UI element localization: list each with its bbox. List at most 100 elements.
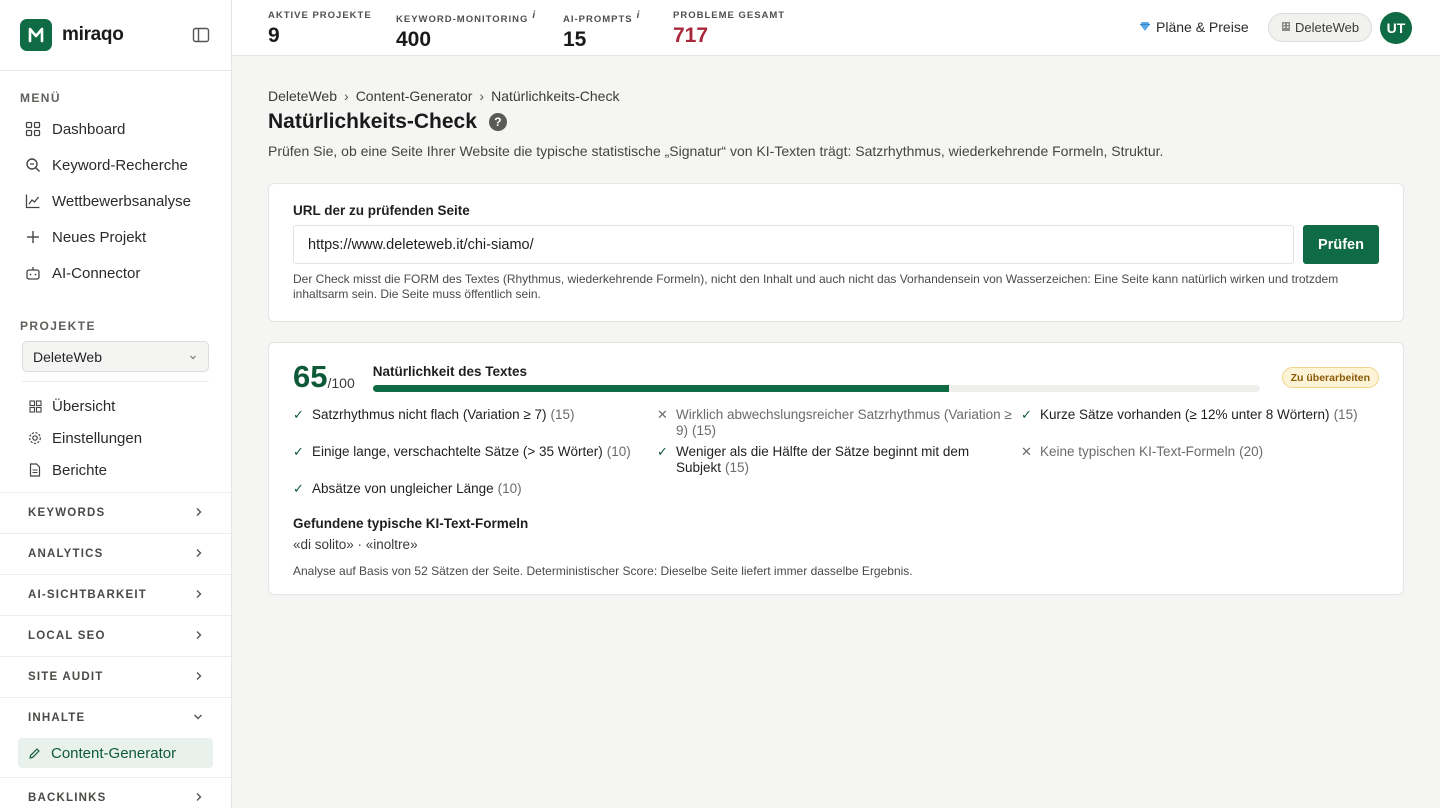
gear-icon xyxy=(28,431,42,445)
sidebar-item-dashboard[interactable]: Dashboard xyxy=(0,111,231,147)
bot-icon xyxy=(24,264,42,282)
url-field-label: URL der zu prüfenden Seite xyxy=(293,203,470,218)
plus-icon xyxy=(24,228,42,246)
stat-aktive-projekte: AKTIVE PROJEKTE 9 xyxy=(268,10,372,48)
sidebar-item-content-generator[interactable]: Content-Generator xyxy=(18,738,213,768)
group-label: LOCAL SEO xyxy=(28,630,106,642)
stat-label: KEYWORD-MONITORING xyxy=(396,14,529,26)
sidebar-group-site-audit[interactable]: SITE AUDIT xyxy=(0,656,231,697)
grid-icon xyxy=(24,120,42,138)
criterion-item: ✕ Keine typischen KI-Text-Formeln (20) xyxy=(1021,444,1381,481)
search-icon xyxy=(24,156,42,174)
stat-value: 400 xyxy=(396,28,432,52)
chevron-right-icon: › xyxy=(479,88,485,104)
sidebar-toggle-icon[interactable] xyxy=(191,25,211,45)
analysis-footnote: Analyse auf Basis von 52 Sätzen der Seit… xyxy=(293,564,913,578)
sidebar-item-einstellungen[interactable]: Einstellungen xyxy=(0,422,231,454)
sidebar-group-local-seo[interactable]: LOCAL SEO xyxy=(0,615,231,656)
sidebar-group-analytics[interactable]: ANALYTICS xyxy=(0,533,231,574)
chevron-right-icon xyxy=(195,630,203,643)
plans-link[interactable]: Pläne & Preise xyxy=(1139,19,1249,35)
info-icon[interactable]: i xyxy=(532,10,536,21)
url-check-card: URL der zu prüfenden Seite Prüfen Der Ch… xyxy=(268,183,1404,322)
brand-header: miraqo xyxy=(0,0,231,71)
criterion-label: Satzrhythmus nicht flach (Variation ≥ 7) xyxy=(312,407,547,422)
check-icon: ✓ xyxy=(293,444,304,459)
sidebar-group-backlinks[interactable]: BACKLINKS xyxy=(0,777,231,808)
chevron-right-icon xyxy=(195,671,203,684)
x-icon: ✕ xyxy=(1021,444,1032,459)
building-icon xyxy=(1281,20,1291,35)
sidebar-item-keyword-recherche[interactable]: Keyword-Recherche xyxy=(0,147,231,183)
check-icon: ✓ xyxy=(1021,407,1032,422)
sidebar-item-label: Neues Projekt xyxy=(52,228,147,246)
criterion-item: ✕ Wirklich abwechslungsreicher Satzrhythm… xyxy=(657,407,1021,444)
criterion-points: (15) xyxy=(725,460,750,475)
group-label: BACKLINKS xyxy=(28,792,107,804)
stat-label: AKTIVE PROJEKTE xyxy=(268,10,372,21)
criterion-item: ✓ Einige lange, verschachtelte Sätze (> 3… xyxy=(293,444,657,481)
sidebar-item-label: Dashboard xyxy=(52,120,126,138)
sidebar-item-label: AI-Connector xyxy=(52,264,141,282)
info-icon[interactable]: i xyxy=(637,10,641,21)
formulas-list: «di solito» · «inoltre» xyxy=(293,537,418,552)
sidebar-group-inhalte[interactable]: INHALTE xyxy=(0,697,231,738)
sidebar-item-ai-connector[interactable]: AI-Connector xyxy=(0,255,231,291)
x-icon: ✕ xyxy=(657,407,668,422)
breadcrumb-project[interactable]: DeleteWeb xyxy=(268,88,337,104)
chevron-down-icon xyxy=(193,712,203,724)
breadcrumb: DeleteWeb › Content-Generator › Natürlic… xyxy=(268,88,1404,104)
group-label: ANALYTICS xyxy=(28,548,104,560)
avatar[interactable]: UT xyxy=(1380,12,1412,44)
chevron-right-icon xyxy=(195,507,203,520)
check-button[interactable]: Prüfen xyxy=(1303,225,1379,264)
criterion-label: Weniger als die Hälfte der Sätze beginnt… xyxy=(676,444,970,475)
chevron-right-icon xyxy=(195,548,203,561)
project-select-value: DeleteWeb xyxy=(33,348,103,365)
stat-probleme-gesamt: PROBLEME GESAMT 717 xyxy=(673,10,785,48)
criterion-item: ✓ Absätze von ungleicher Länge (10) xyxy=(293,481,657,518)
sidebar-item-berichte[interactable]: Berichte xyxy=(0,454,231,486)
brand-name: miraqo xyxy=(62,24,124,45)
breadcrumb-content-generator[interactable]: Content-Generator xyxy=(356,88,473,104)
group-label: INHALTE xyxy=(28,712,86,724)
status-badge: Zu überarbeiten xyxy=(1281,367,1379,388)
project-select[interactable]: DeleteWeb xyxy=(22,341,209,372)
sidebar-item-uebersicht[interactable]: Übersicht xyxy=(0,390,231,422)
criterion-label: Kurze Sätze vorhanden (≥ 12% unter 8 Wör… xyxy=(1040,407,1330,422)
sidebar-item-label: Übersicht xyxy=(52,397,116,415)
score-bar xyxy=(372,385,1260,392)
check-icon: ✓ xyxy=(657,444,668,459)
sidebar: miraqo MENÜ Dashboard Keyword-Recherche … xyxy=(0,0,232,808)
check-icon: ✓ xyxy=(293,407,304,422)
score-bar-fill xyxy=(372,385,950,392)
page-subtitle: Prüfen Sie, ob eine Seite Ihrer Website … xyxy=(268,143,1164,159)
sidebar-item-label: Einstellungen xyxy=(52,429,143,447)
criterion-label: Keine typischen KI-Text-Formeln xyxy=(1040,444,1236,459)
sidebar-item-wettbewerbsanalyse[interactable]: Wettbewerbsanalyse xyxy=(0,183,231,219)
url-input[interactable] xyxy=(293,225,1294,264)
group-label: SITE AUDIT xyxy=(28,671,104,683)
stat-keyword-monitoring: KEYWORD-MONITORING i 400 xyxy=(396,10,536,52)
plans-label: Pläne & Preise xyxy=(1156,19,1249,35)
sidebar-group-keywords[interactable]: KEYWORDS xyxy=(0,492,231,533)
project-switcher[interactable]: DeleteWeb xyxy=(1268,13,1373,42)
criterion-points: (10) xyxy=(497,481,522,496)
stat-label: PROBLEME GESAMT xyxy=(673,10,786,21)
stat-value: 15 xyxy=(563,28,587,52)
stat-value: 717 xyxy=(673,24,709,47)
stat-ai-prompts: AI-PROMPTS i 15 xyxy=(563,10,640,52)
logo-icon[interactable] xyxy=(20,19,52,51)
sidebar-item-neues-projekt[interactable]: Neues Projekt xyxy=(0,219,231,255)
score-max: /100 xyxy=(327,375,355,391)
criterion-item: ✓ Kurze Sätze vorhanden (≥ 12% unter 8 Wö… xyxy=(1021,407,1381,444)
sidebar-item-label: Wettbewerbsanalyse xyxy=(52,192,191,210)
score-bar-title: Natürlichkeit des Textes xyxy=(372,364,528,379)
chevron-right-icon xyxy=(195,792,203,805)
project-switcher-label: DeleteWeb xyxy=(1295,20,1360,35)
sidebar-group-ai-sichtbarkeit[interactable]: AI-SICHTBARKEIT xyxy=(0,574,231,615)
breadcrumb-current: Natürlichkeits-Check xyxy=(491,88,620,104)
sidebar-item-label: Content-Generator xyxy=(51,744,177,762)
menu-label: MENÜ xyxy=(20,91,61,105)
help-icon[interactable]: ? xyxy=(488,113,507,131)
